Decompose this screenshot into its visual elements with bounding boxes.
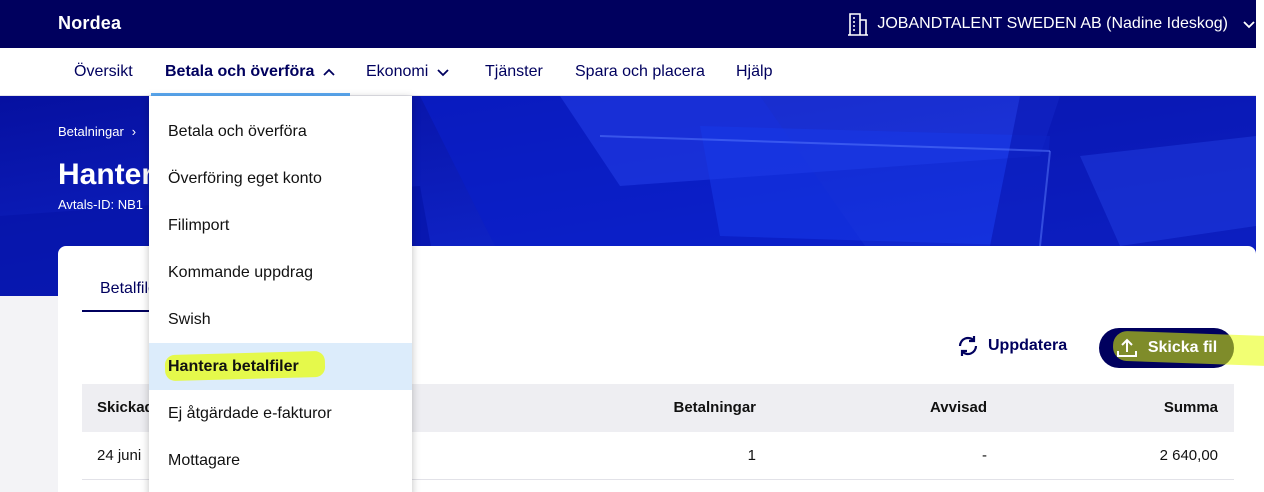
col-header-summa[interactable]: Summa	[1164, 384, 1218, 432]
cell-skickad: 24 juni	[97, 447, 142, 464]
refresh-icon	[958, 336, 978, 356]
menu-item-kommande-uppdrag[interactable]: Kommande uppdrag	[149, 249, 412, 296]
main-nav: Översikt Betala och överföra Ekonomi Tjä…	[0, 48, 1256, 96]
nordea-logo[interactable]: Nordea	[58, 13, 121, 34]
nav-item-spara[interactable]: Spara och placera	[575, 48, 705, 96]
cell-avvisad: -	[982, 447, 987, 464]
nav-item-betala[interactable]: Betala och överföra	[150, 48, 351, 96]
tab-betalfiler[interactable]: Betalfiler	[82, 280, 154, 312]
menu-item-overforing-eget-konto[interactable]: Överföring eget konto	[149, 155, 412, 202]
building-icon	[848, 13, 869, 36]
menu-item-mottagare[interactable]: Mottagare	[149, 437, 412, 484]
breadcrumb-betalningar[interactable]: Betalningar	[58, 124, 124, 139]
upload-icon	[1116, 338, 1137, 357]
nav-item-ekonomi[interactable]: Ekonomi	[366, 48, 450, 96]
account-name: JOBANDTALENT SWEDEN AB (Nadine Ideskog)	[877, 15, 1228, 32]
nav-item-oversikt[interactable]: Översikt	[74, 48, 133, 96]
menu-item-filimport[interactable]: Filimport	[149, 202, 412, 249]
chevron-up-icon	[323, 68, 336, 76]
breadcrumb-separator-icon: ›	[131, 124, 137, 139]
col-header-avvisad[interactable]: Avvisad	[930, 384, 987, 432]
cell-betalningar: 1	[747, 447, 756, 464]
menu-item-ej-atgardade-efakturor[interactable]: Ej åtgärdade e-fakturor	[149, 390, 412, 437]
betala-dropdown-menu: Betala och överföra Överföring eget kont…	[149, 96, 412, 492]
account-switcher[interactable]: JOBANDTALENT SWEDEN AB (Nadine Ideskog)	[847, 0, 1256, 48]
cell-summa: 2 640,00	[1159, 447, 1218, 464]
send-file-button[interactable]: Skicka fil	[1099, 328, 1264, 368]
chevron-down-icon	[1243, 21, 1255, 29]
window-edge	[1256, 0, 1264, 492]
col-header-betalningar[interactable]: Betalningar	[673, 384, 756, 432]
nav-item-tjanster[interactable]: Tjänster	[485, 48, 543, 96]
menu-item-swish[interactable]: Swish	[149, 296, 412, 343]
breadcrumb: Betalningar ›	[58, 124, 136, 139]
refresh-button[interactable]: Uppdatera	[956, 334, 1067, 358]
nav-item-hjalp[interactable]: Hjälp	[736, 48, 772, 96]
col-header-skickad[interactable]: Skickad	[97, 384, 154, 432]
agreement-id: Avtals-ID: NB1	[58, 197, 144, 212]
menu-item-betala-overfora[interactable]: Betala och överföra	[149, 108, 412, 155]
menu-item-hantera-betalfiler[interactable]: Hantera betalfiler	[149, 343, 412, 390]
chevron-down-icon	[437, 69, 449, 77]
top-bar: Nordea JOBANDTALENT SWEDEN AB (Nadine Id…	[0, 0, 1256, 48]
